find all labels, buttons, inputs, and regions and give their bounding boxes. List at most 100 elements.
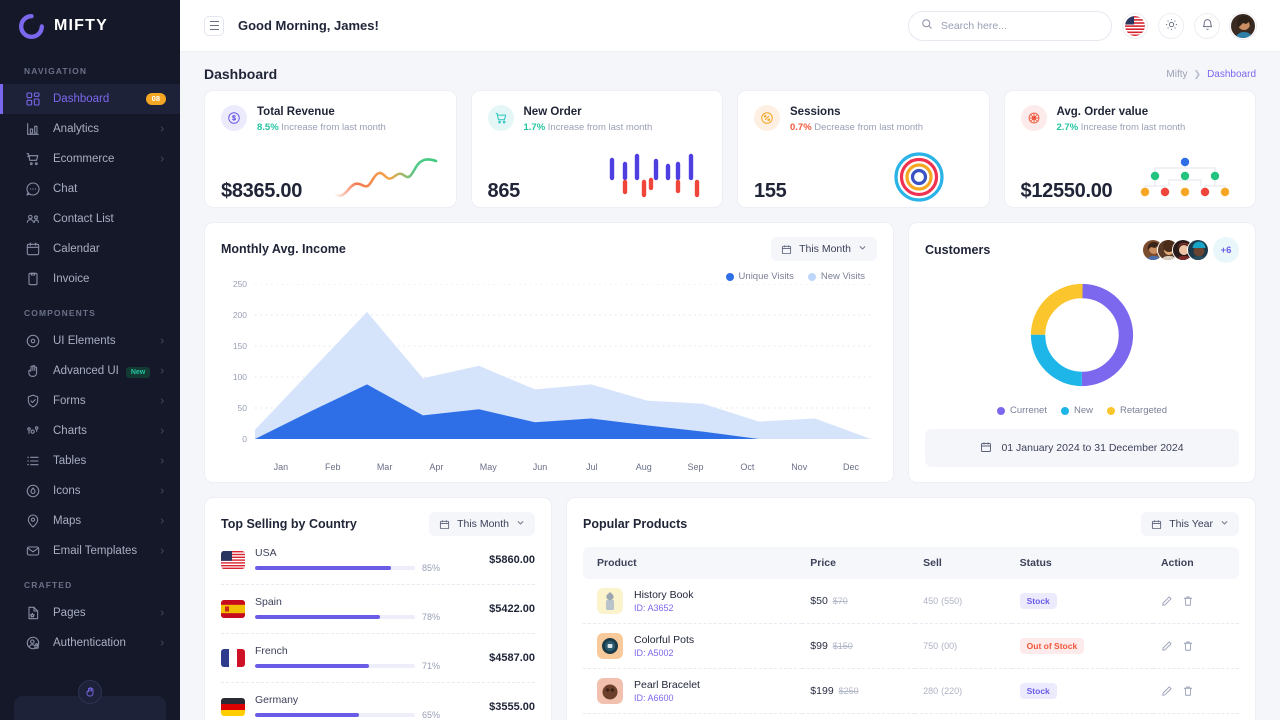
- stat-delta: 0.7%: [790, 121, 812, 133]
- y-axis-tick: 0: [242, 434, 247, 444]
- sidebar-item-maps[interactable]: Maps: [0, 506, 180, 536]
- panel-top-selling-country: Top Selling by Country This Month USA 85…: [204, 497, 552, 720]
- edit-pencil-icon[interactable]: [1161, 685, 1173, 697]
- country-amount: $4587.00: [489, 652, 535, 664]
- country-list-item[interactable]: Germany 65% $3555.00: [221, 683, 535, 720]
- sidebar-item-charts[interactable]: Charts: [0, 416, 180, 446]
- y-axis-tick: 100: [232, 372, 247, 382]
- status-cell: Stock: [1011, 579, 1153, 624]
- customers-date-range[interactable]: 01 January 2024 to 31 December 2024: [925, 429, 1239, 467]
- stat-value: 155: [754, 179, 787, 202]
- sidebar-item-chat[interactable]: Chat: [0, 174, 180, 204]
- sidebar-item-analytics[interactable]: Analytics: [0, 114, 180, 144]
- income-period-label: This Month: [799, 243, 851, 255]
- country-name: Spain: [255, 596, 282, 608]
- sidebar-collapse-hand-icon[interactable]: [78, 680, 102, 704]
- breadcrumb-current[interactable]: Dashboard: [1207, 69, 1256, 80]
- map-pin-icon: [24, 513, 41, 530]
- stat-value: $8365.00: [221, 179, 303, 202]
- shield-check-icon: [24, 393, 41, 410]
- sidebar-item-label: Forms: [53, 395, 86, 407]
- row-country-products: Top Selling by Country This Month USA 85…: [204, 497, 1256, 720]
- country-amount: $5860.00: [489, 554, 535, 566]
- country-list-item[interactable]: Spain 78% $5422.00: [221, 585, 535, 634]
- product-old-price: $70: [832, 596, 848, 606]
- delete-trash-icon[interactable]: [1182, 685, 1194, 697]
- sidebar-item-forms[interactable]: Forms: [0, 386, 180, 416]
- sidebar-item-ui-elements[interactable]: UI Elements: [0, 326, 180, 356]
- legend-label: Currenet: [1010, 405, 1047, 416]
- product-name: Colorful Pots: [634, 634, 695, 646]
- sidebar-item-advanced-ui[interactable]: Advanced UI New: [0, 356, 180, 386]
- breadcrumb-root[interactable]: Mifty: [1166, 69, 1187, 80]
- country-period-label: This Month: [457, 518, 509, 530]
- mail-icon: [24, 543, 41, 560]
- chevron-right-icon: [158, 337, 166, 345]
- sidebar-item-ecommerce[interactable]: Ecommerce: [0, 144, 180, 174]
- flag-us-icon: [221, 551, 245, 569]
- page-header: Dashboard Mifty ❯ Dashboard: [180, 52, 1280, 90]
- sidebar-item-label: Ecommerce: [53, 153, 115, 165]
- search-box[interactable]: [908, 10, 1112, 41]
- income-period-dropdown[interactable]: This Month: [771, 237, 877, 261]
- flag-fr-icon: [221, 649, 245, 667]
- country-list-item[interactable]: USA 85% $5860.00: [221, 536, 535, 585]
- sun-icon: [1165, 18, 1178, 34]
- lock-user-icon: [24, 635, 41, 652]
- sidebar-item-tag: New: [125, 367, 151, 378]
- income-chart-legend: Unique Visits New Visits: [221, 271, 877, 282]
- user-avatar[interactable]: [1230, 12, 1256, 39]
- sidebar-item-authentication[interactable]: Authentication: [0, 628, 180, 658]
- search-input[interactable]: [941, 19, 1099, 32]
- action-cell: [1152, 623, 1239, 669]
- country-progress-bar: [255, 664, 415, 668]
- page-content: Total Revenue 8.5% Increase from last mo…: [180, 90, 1280, 720]
- sidebar-item-contact-list[interactable]: Contact List: [0, 204, 180, 234]
- chevron-down-icon: [858, 243, 867, 255]
- stat-value: $12550.00: [1020, 179, 1113, 202]
- sidebar-item-calendar[interactable]: Calendar: [0, 234, 180, 264]
- sidebar-item-dashboard[interactable]: Dashboard 08: [0, 84, 180, 114]
- products-period-dropdown[interactable]: This Year: [1141, 512, 1239, 536]
- sidebar-item-icons[interactable]: Icons: [0, 476, 180, 506]
- panel-title: Top Selling by Country: [221, 517, 357, 531]
- delete-trash-icon[interactable]: [1182, 640, 1194, 652]
- greeting-text: Good Morning, James!: [238, 18, 379, 33]
- sidebar-item-pages[interactable]: Pages: [0, 598, 180, 628]
- sidebar-item-invoice[interactable]: Invoice: [0, 264, 180, 294]
- circle-dot-icon: [24, 333, 41, 350]
- table-row[interactable]: Colorful Pots ID: A5002 $99 $150 750 (00) Ou…: [583, 623, 1239, 669]
- legend-label: Unique Visits: [738, 271, 794, 282]
- brand-name: MIFTY: [54, 17, 108, 34]
- country-list-item[interactable]: French 71% $4587.00: [221, 634, 535, 683]
- theme-toggle-sun-button[interactable]: [1158, 12, 1184, 39]
- country-period-dropdown[interactable]: This Month: [429, 512, 535, 536]
- country-amount: $3555.00: [489, 701, 535, 713]
- product-old-price: $150: [832, 641, 853, 651]
- shopping-cart-icon: [487, 105, 514, 131]
- topbar: Good Morning, James!: [180, 0, 1280, 52]
- sidebar-item-email-templates[interactable]: Email Templates: [0, 536, 180, 566]
- brand[interactable]: MIFTY: [0, 0, 180, 52]
- table-row[interactable]: History Book ID: A3652 $50 $70 450 (550) Sto…: [583, 579, 1239, 624]
- search-icon: [921, 18, 933, 33]
- dollar-circle-icon: [221, 105, 247, 131]
- delete-trash-icon[interactable]: [1182, 595, 1194, 607]
- product-price: $50: [810, 595, 828, 607]
- sidebar-toggle-button[interactable]: [204, 15, 224, 36]
- table-row[interactable]: Pearl Bracelet ID: A6600 $199 $250 280 (220…: [583, 668, 1239, 714]
- avatar-overflow-count[interactable]: +6: [1213, 237, 1239, 263]
- edit-pencil-icon[interactable]: [1161, 640, 1173, 652]
- panel-monthly-income: Monthly Avg. Income This Month Unique Vi…: [204, 222, 894, 483]
- stat-delta: 1.7%: [523, 121, 546, 133]
- notifications-button[interactable]: [1194, 12, 1220, 39]
- edit-pencil-icon[interactable]: [1161, 595, 1173, 607]
- product-sell: 280: [923, 686, 939, 696]
- country-info: USA 85%: [255, 547, 479, 573]
- sidebar-item-tables[interactable]: Tables: [0, 446, 180, 476]
- x-axis-tick: Aug: [635, 462, 652, 472]
- x-axis-tick: Nov: [791, 462, 808, 472]
- products-table: Product Price Sell Status Action History Boo…: [583, 547, 1239, 714]
- customer-avatars-group[interactable]: +6: [1142, 237, 1239, 263]
- language-flag-button[interactable]: [1122, 12, 1148, 39]
